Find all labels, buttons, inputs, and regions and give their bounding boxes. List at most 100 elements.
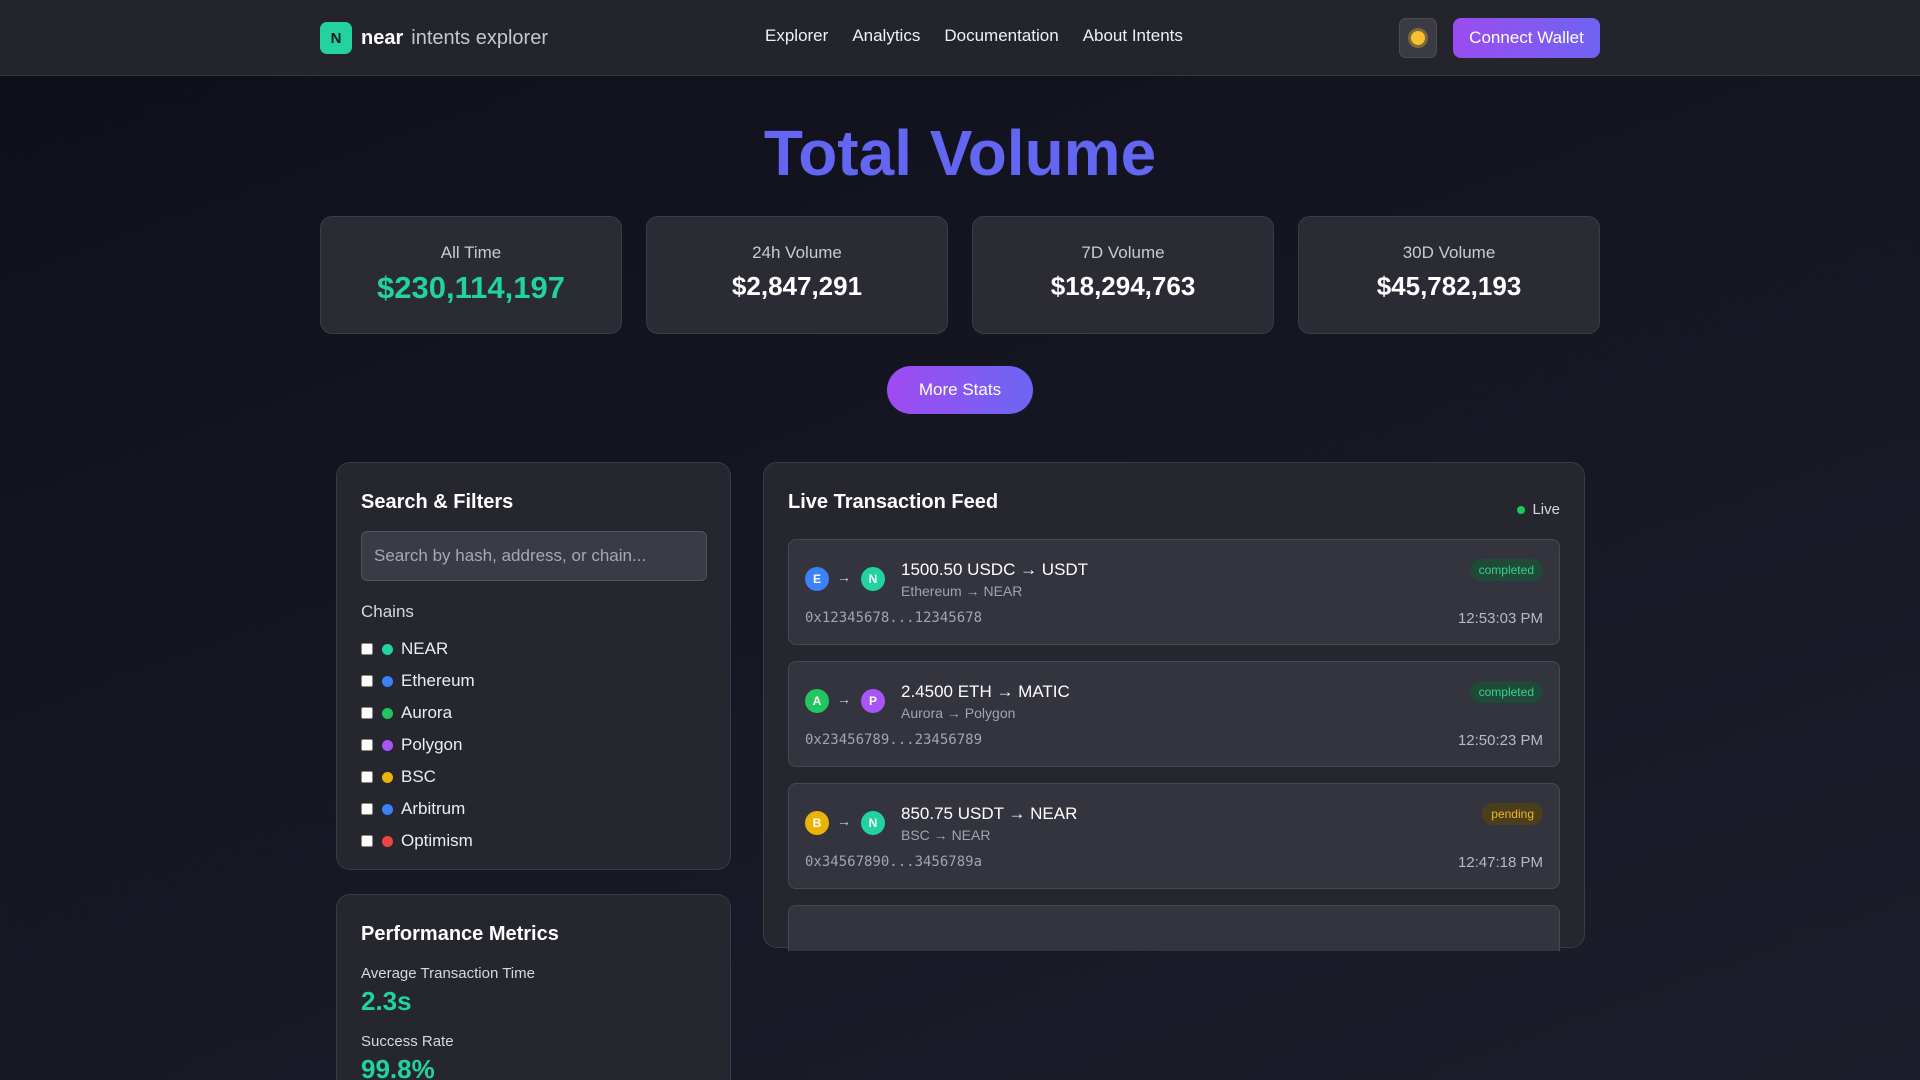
status-badge: completed — [1469, 559, 1543, 581]
metric-label: Average Transaction Time — [361, 965, 535, 982]
transaction-route: Aurora → Polygon — [901, 705, 1016, 721]
chain-dot-icon — [382, 803, 393, 815]
top-navbar: N near intents explorer Explorer Analyti… — [0, 0, 1920, 76]
checkbox[interactable] — [361, 803, 373, 815]
transaction-route: Ethereum → NEAR — [901, 583, 1023, 599]
metric-avg-tx-time: Average Transaction Time 2.3s — [361, 965, 535, 1017]
live-dot-icon — [1517, 505, 1526, 514]
stat-value: $45,782,193 — [1376, 271, 1522, 301]
status-badge: pending — [1482, 803, 1543, 825]
transaction-route: BSC → NEAR — [901, 827, 991, 843]
checkbox[interactable] — [361, 643, 373, 655]
metric-value: 2.3s — [361, 986, 412, 1016]
chain-dot-icon — [382, 675, 393, 687]
chain-filter-aurora[interactable]: Aurora — [361, 697, 475, 729]
source-chain-icon: B — [805, 811, 829, 835]
chain-name: Polygon — [401, 735, 463, 754]
live-label: Live — [1532, 501, 1560, 518]
chain-name: Optimism — [401, 831, 473, 850]
brand-subtitle: intents explorer — [411, 26, 548, 49]
arrow-icon: → — [837, 813, 851, 829]
chain-filter-ethereum[interactable]: Ethereum — [361, 665, 475, 697]
chain-name: Arbitrum — [401, 799, 466, 818]
stat-card-all-time: All Time $230,114,197 — [320, 216, 622, 334]
stat-label: All Time — [440, 243, 502, 262]
live-indicator: Live — [1517, 501, 1560, 518]
nav-about-intents[interactable]: About Intents — [1083, 26, 1183, 46]
stat-value: $2,847,291 — [731, 271, 863, 301]
destination-chain-icon: N — [861, 811, 885, 835]
arrow-icon: → — [837, 569, 851, 585]
checkbox[interactable] — [361, 835, 373, 847]
transaction-list[interactable]: E → N 1500.50 USDC → USDT Ethereum → NEA… — [788, 539, 1560, 951]
chains-label: Chains — [361, 602, 414, 621]
source-chain-icon: A — [805, 689, 829, 713]
chain-dot-icon — [382, 707, 393, 719]
chain-dot-icon — [382, 739, 393, 751]
status-badge: completed — [1469, 681, 1543, 703]
chain-name: Ethereum — [401, 671, 475, 690]
transaction-card[interactable]: A → P 2.4500 ETH → MATIC Aurora → Polygo… — [788, 661, 1560, 767]
main-nav: Explorer Analytics Documentation About I… — [765, 26, 1183, 46]
stat-card-7d: 7D Volume $18,294,763 — [972, 216, 1274, 334]
chain-name: BSC — [401, 767, 436, 786]
stat-value: $230,114,197 — [377, 270, 565, 305]
transaction-title: 2.4500 ETH → MATIC — [901, 682, 1070, 701]
chain-filter-polygon[interactable]: Polygon — [361, 729, 475, 761]
checkbox[interactable] — [361, 771, 373, 783]
transaction-time: 12:50:23 PM — [1457, 732, 1543, 749]
stat-value: $18,294,763 — [1050, 271, 1196, 301]
panel-title: Performance Metrics — [361, 923, 559, 945]
transaction-card[interactable]: B → N 850.75 USDT → NEAR BSC → NEAR pend… — [788, 783, 1560, 889]
live-transaction-feed-panel: Live Transaction Feed Live E → N 1500.50… — [763, 462, 1585, 951]
more-stats-button[interactable]: More Stats — [887, 366, 1033, 414]
near-logo-icon: N — [320, 22, 352, 54]
source-chain-icon: E — [805, 567, 829, 591]
nav-analytics[interactable]: Analytics — [852, 26, 920, 46]
search-filters-panel: Search & Filters Chains NEAR Ethereum Au… — [336, 462, 731, 870]
destination-chain-icon: N — [861, 567, 885, 591]
panel-title: Live Transaction Feed — [788, 491, 999, 513]
transaction-hash[interactable]: 0x12345678...12345678 — [805, 610, 982, 626]
nav-documentation[interactable]: Documentation — [944, 26, 1058, 46]
chain-name: Aurora — [401, 703, 453, 722]
sun-icon — [1411, 31, 1425, 45]
stat-label: 30D Volume — [1402, 243, 1496, 262]
chain-filter-arbitrum[interactable]: Arbitrum — [361, 793, 475, 825]
stat-label: 7D Volume — [1081, 243, 1165, 262]
chain-filter-bsc[interactable]: BSC — [361, 761, 475, 793]
arrow-icon: → — [837, 691, 851, 707]
transaction-card[interactable]: E → N 1500.50 USDC → USDT Ethereum → NEA… — [788, 539, 1560, 645]
connect-wallet-button[interactable]: Connect Wallet — [1453, 18, 1600, 58]
brand[interactable]: N near intents explorer — [320, 22, 548, 54]
performance-metrics-panel: Performance Metrics Average Transaction … — [336, 894, 731, 1080]
chain-filter-near[interactable]: NEAR — [361, 633, 475, 665]
chain-filter-list: NEAR Ethereum Aurora Polygon BSC Arbitru… — [361, 633, 475, 857]
checkbox[interactable] — [361, 675, 373, 687]
transaction-time: 12:47:18 PM — [1457, 854, 1543, 871]
transaction-hash[interactable]: 0x34567890...3456789a — [805, 854, 982, 870]
chain-dot-icon — [382, 643, 393, 655]
search-input[interactable] — [361, 531, 707, 581]
transaction-time: 12:53:03 PM — [1457, 610, 1543, 627]
page-title: Total Volume — [763, 117, 1157, 189]
nav-explorer[interactable]: Explorer — [765, 26, 828, 46]
checkbox[interactable] — [361, 739, 373, 751]
transaction-hash[interactable]: 0x23456789...23456789 — [805, 732, 982, 748]
stat-card-30d: 30D Volume $45,782,193 — [1298, 216, 1600, 334]
stat-label: 24h Volume — [752, 243, 842, 262]
metric-success-rate: Success Rate 99.8% — [361, 1033, 454, 1080]
transaction-card[interactable] — [788, 905, 1560, 951]
chain-dot-icon — [382, 771, 393, 783]
transaction-title: 1500.50 USDC → USDT — [901, 560, 1089, 579]
chain-name: NEAR — [401, 639, 449, 658]
metric-value: 99.8% — [361, 1054, 435, 1080]
theme-toggle-button[interactable] — [1399, 18, 1437, 58]
panel-title: Search & Filters — [361, 491, 514, 513]
stat-card-24h: 24h Volume $2,847,291 — [646, 216, 948, 334]
brand-name: near — [361, 26, 404, 49]
chain-filter-optimism[interactable]: Optimism — [361, 825, 475, 857]
checkbox[interactable] — [361, 707, 373, 719]
transaction-title: 850.75 USDT → NEAR — [901, 804, 1078, 823]
chain-dot-icon — [382, 835, 393, 847]
